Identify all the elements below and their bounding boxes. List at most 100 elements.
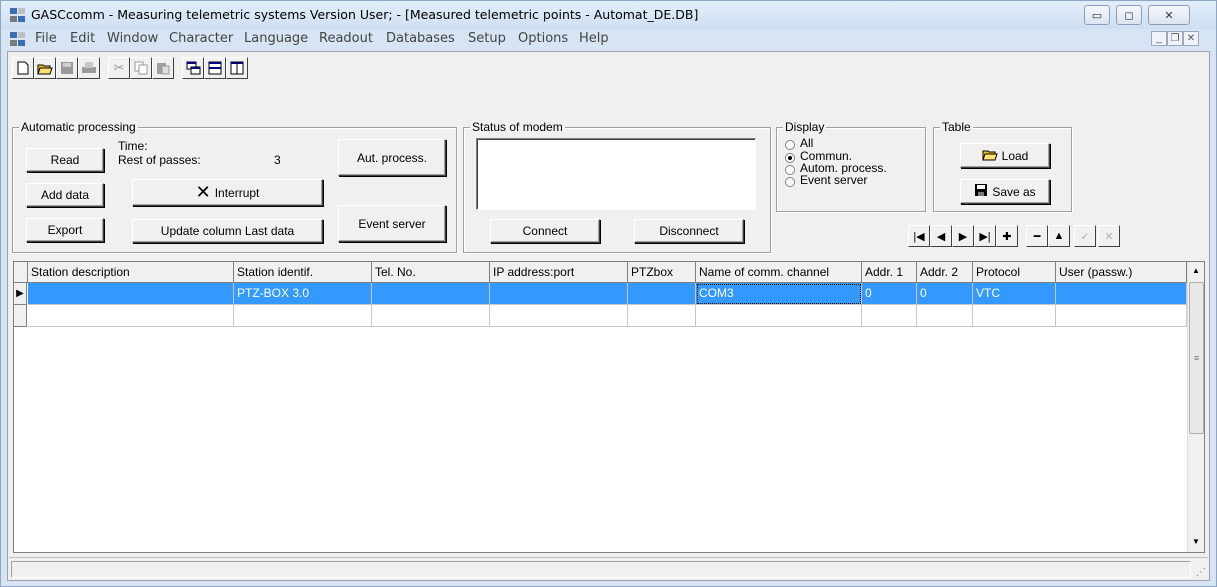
table-cell[interactable]: [1056, 305, 1187, 327]
paste-icon[interactable]: [152, 57, 174, 79]
column-header[interactable]: IP address:port: [490, 262, 628, 283]
menu-edit[interactable]: Edit: [70, 31, 95, 46]
open-folder-icon[interactable]: [34, 57, 56, 79]
close-button[interactable]: ✕: [1148, 5, 1190, 25]
add-data-button[interactable]: Add data: [26, 183, 104, 207]
column-header[interactable]: Tel. No.: [372, 262, 490, 283]
table-cell[interactable]: [372, 305, 490, 327]
table-cell[interactable]: COM3: [696, 283, 862, 305]
scroll-thumb[interactable]: ≡: [1189, 282, 1204, 434]
save-as-label: Save as: [992, 184, 1036, 199]
table-cell[interactable]: [973, 305, 1056, 327]
menu-character[interactable]: Character: [169, 31, 233, 46]
disconnect-button[interactable]: Disconnect: [634, 219, 744, 243]
display-autom-process-radio[interactable]: [785, 165, 795, 175]
table-cell[interactable]: [628, 305, 696, 327]
maximize-button[interactable]: ◻: [1116, 5, 1142, 25]
mdi-minimize-button[interactable]: _: [1151, 31, 1167, 46]
table-cell[interactable]: VTC: [973, 283, 1056, 305]
table-cell[interactable]: [490, 305, 628, 327]
app-window: GASCcomm - Measuring telemetric systems …: [0, 0, 1217, 587]
group-label: Status of modem: [470, 120, 565, 134]
nav-insert-button[interactable]: ✚: [996, 225, 1018, 247]
table-cell[interactable]: [628, 283, 696, 305]
menu-file[interactable]: File: [35, 31, 57, 46]
display-event-server-label: Event server: [800, 173, 868, 187]
stations-grid[interactable]: Station description Station identif. Tel…: [13, 261, 1205, 553]
export-button[interactable]: Export: [26, 218, 104, 242]
save-as-button[interactable]: Save as: [960, 179, 1050, 204]
nav-edit-button[interactable]: ▲: [1048, 225, 1070, 247]
row-indicator-icon: ▶: [14, 283, 27, 305]
nav-last-button[interactable]: ▶|: [974, 225, 996, 247]
tile-vertical-icon[interactable]: [226, 57, 248, 79]
copy-icon[interactable]: [130, 57, 152, 79]
column-header[interactable]: User (passw.): [1056, 262, 1187, 283]
menu-databases[interactable]: Databases: [386, 31, 455, 46]
vertical-scrollbar[interactable]: ▲ ≡ ▼: [1187, 262, 1204, 552]
mdi-close-button[interactable]: ✕: [1183, 31, 1199, 46]
menu-setup[interactable]: Setup: [468, 31, 506, 46]
display-all-radio[interactable]: [785, 140, 795, 150]
table-cell[interactable]: [234, 305, 372, 327]
nav-delete-button[interactable]: ━: [1026, 225, 1048, 247]
table-cell[interactable]: [28, 283, 234, 305]
menu-window[interactable]: Window: [107, 31, 158, 46]
cascade-icon[interactable]: [182, 57, 204, 79]
menu-language[interactable]: Language: [244, 31, 308, 46]
table-cell[interactable]: 0: [917, 283, 973, 305]
title-bar: GASCcomm - Measuring telemetric systems …: [1, 1, 1216, 29]
event-server-button[interactable]: Event server: [338, 205, 446, 242]
nav-post-button[interactable]: ✓: [1074, 225, 1096, 247]
menu-help[interactable]: Help: [579, 31, 609, 46]
resize-grip-icon[interactable]: ⋰: [1196, 567, 1206, 578]
table-cell[interactable]: [1056, 283, 1187, 305]
mdi-child-icon[interactable]: [10, 32, 26, 46]
interrupt-label: Interrupt: [214, 185, 260, 200]
column-header[interactable]: Station identif.: [234, 262, 372, 283]
load-label: Load: [1001, 148, 1029, 163]
scroll-down-icon[interactable]: ▼: [1188, 537, 1204, 546]
column-header[interactable]: Addr. 2: [917, 262, 973, 283]
table-cell[interactable]: [862, 305, 917, 327]
group-label: Display: [783, 120, 827, 134]
display-all-label: All: [800, 136, 814, 150]
nav-cancel-button[interactable]: ✕: [1098, 225, 1120, 247]
aut-process-button[interactable]: Aut. process.: [338, 139, 446, 176]
table-cell[interactable]: PTZ-BOX 3.0: [234, 283, 372, 305]
table-cell[interactable]: [696, 305, 862, 327]
passes-label: Rest of passes:: [118, 153, 201, 167]
minimize-button[interactable]: ▭: [1084, 5, 1110, 25]
cut-icon[interactable]: ✂: [108, 57, 130, 79]
nav-next-button[interactable]: ▶: [952, 225, 974, 247]
interrupt-button[interactable]: ✕ Interrupt: [132, 179, 323, 206]
mdi-restore-button[interactable]: ❐: [1167, 31, 1183, 46]
read-button[interactable]: Read: [26, 148, 104, 172]
display-commun-radio[interactable]: [785, 153, 795, 163]
group-label: Automatic processing: [19, 120, 138, 134]
table-cell[interactable]: [490, 283, 628, 305]
menu-readout[interactable]: Readout: [319, 31, 373, 46]
table-cell[interactable]: [372, 283, 490, 305]
table-cell[interactable]: 0: [862, 283, 917, 305]
close-icon: ✕: [195, 182, 211, 202]
column-header[interactable]: Addr. 1: [862, 262, 917, 283]
scroll-up-icon[interactable]: ▲: [1188, 266, 1204, 275]
table-cell[interactable]: [917, 305, 973, 327]
column-header[interactable]: Name of comm. channel: [696, 262, 862, 283]
new-file-icon[interactable]: [12, 57, 34, 79]
nav-prior-button[interactable]: ◀: [930, 225, 952, 247]
column-header[interactable]: Protocol: [973, 262, 1056, 283]
menu-options[interactable]: Options: [518, 31, 568, 46]
save-icon[interactable]: [56, 57, 78, 79]
update-column-button[interactable]: Update column Last data: [132, 219, 323, 243]
load-button[interactable]: Load: [960, 143, 1050, 168]
display-event-server-radio[interactable]: [785, 177, 795, 187]
column-header[interactable]: PTZbox: [628, 262, 696, 283]
nav-first-button[interactable]: |◀: [908, 225, 930, 247]
connect-button[interactable]: Connect: [490, 219, 600, 243]
tile-horizontal-icon[interactable]: [204, 57, 226, 79]
print-icon[interactable]: [78, 57, 100, 79]
column-header[interactable]: Station description: [28, 262, 234, 283]
table-cell[interactable]: [28, 305, 234, 327]
